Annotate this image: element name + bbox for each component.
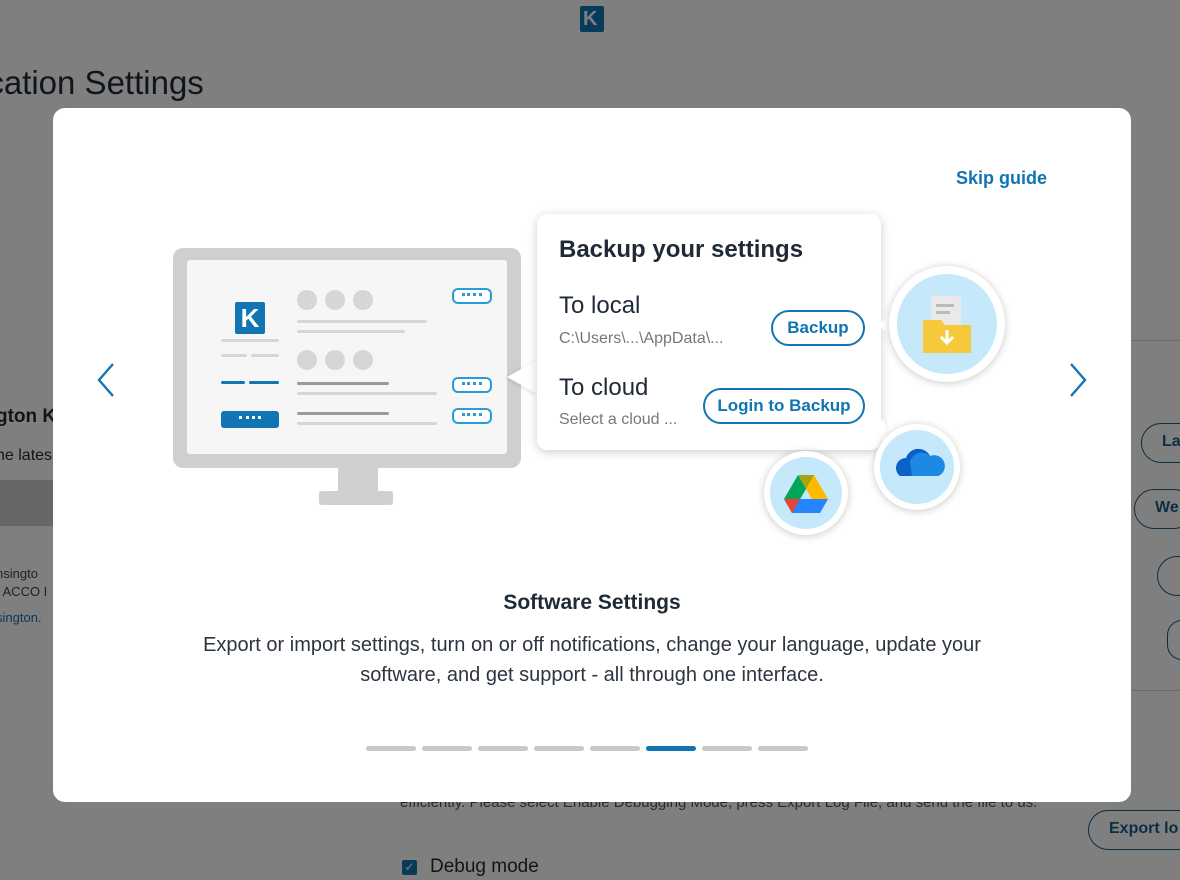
k-logo-icon: K bbox=[235, 302, 265, 334]
to-cloud-label: To cloud bbox=[559, 374, 649, 401]
monitor-base bbox=[319, 491, 393, 505]
backup-card-illustration: Backup your settings To local C:\Users\.… bbox=[537, 214, 881, 450]
onedrive-icon bbox=[874, 424, 960, 510]
pagination-dots bbox=[366, 746, 808, 752]
pagination-dot[interactable] bbox=[702, 746, 752, 751]
pagination-dot[interactable] bbox=[478, 746, 528, 751]
slide-title: Software Settings bbox=[503, 591, 681, 614]
pagination-dot[interactable] bbox=[590, 746, 640, 751]
monitor-screen: K bbox=[187, 260, 507, 454]
pagination-dot[interactable] bbox=[758, 746, 808, 751]
ellipsis-icon bbox=[452, 288, 492, 304]
local-path-text: C:\Users\...\AppData\... bbox=[559, 330, 724, 347]
backup-card-title: Backup your settings bbox=[559, 236, 804, 263]
monitor-illustration: K bbox=[173, 248, 521, 468]
cloud-select-text: Select a cloud ... bbox=[559, 411, 678, 428]
pagination-dot[interactable] bbox=[422, 746, 472, 751]
chevron-left-icon[interactable] bbox=[89, 360, 125, 400]
monitor-stand bbox=[338, 466, 378, 492]
ellipsis-icon bbox=[452, 377, 492, 393]
nav-item-selected bbox=[221, 411, 279, 428]
to-local-label: To local bbox=[559, 292, 641, 319]
google-drive-icon bbox=[764, 451, 848, 535]
chevron-right-icon[interactable] bbox=[1059, 360, 1095, 400]
backup-button: Backup bbox=[771, 310, 865, 346]
pagination-dot[interactable] bbox=[534, 746, 584, 751]
login-to-backup-button: Login to Backup bbox=[703, 388, 865, 424]
slide-description: Export or import settings, turn on or of… bbox=[203, 634, 981, 686]
pagination-dot[interactable] bbox=[366, 746, 416, 751]
pagination-dot-active[interactable] bbox=[646, 746, 696, 751]
ellipsis-icon bbox=[452, 408, 492, 424]
skip-guide-link[interactable]: Skip guide bbox=[956, 168, 1047, 189]
local-folder-icon bbox=[889, 266, 1005, 382]
guide-modal: Skip guide K Backup your settings To loc… bbox=[53, 108, 1131, 802]
